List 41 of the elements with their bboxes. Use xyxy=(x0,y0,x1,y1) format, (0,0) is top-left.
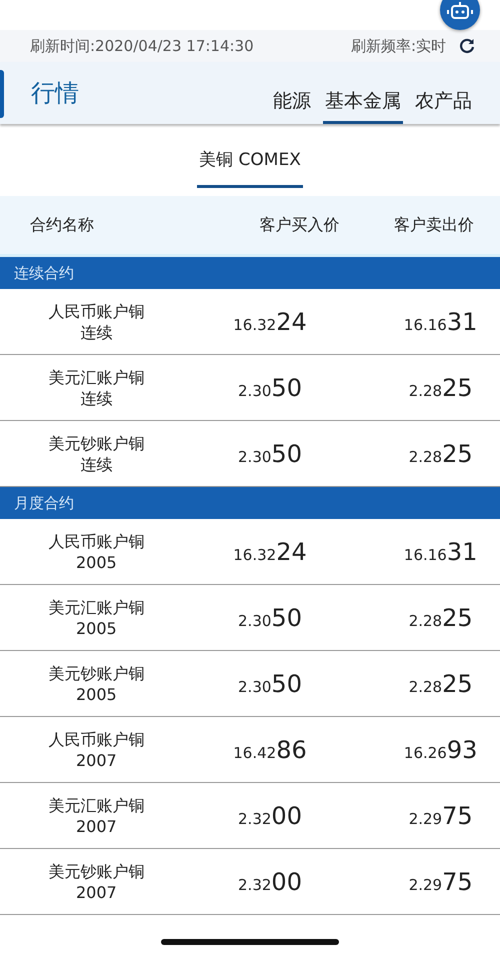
sell-price: 2.2825 xyxy=(408,440,473,468)
column-header: 客户买入价 xyxy=(259,214,340,236)
refresh-rate: 刷新频率:实时 xyxy=(350,36,446,56)
buy-price: 2.3200 xyxy=(238,802,302,830)
buy-price: 2.3050 xyxy=(238,374,302,402)
contract-name: 美元汇账户铜 2005 xyxy=(48,596,144,638)
buy-price: 16.3224 xyxy=(233,308,307,336)
contract-name: 美元钞账户铜 2005 xyxy=(48,662,144,704)
column-header: 客户卖出价 xyxy=(394,214,474,236)
contract-name: 人民币账户铜 连续 xyxy=(48,300,144,342)
sell-price: 2.2825 xyxy=(408,374,473,402)
sell-price: 2.2975 xyxy=(408,868,473,896)
contract-name: 美元钞账户铜 连续 xyxy=(48,432,144,474)
contract-name: 美元汇账户铜 连续 xyxy=(48,366,144,408)
refresh-icon[interactable] xyxy=(458,37,476,55)
contract-name: 人民币账户铜 2005 xyxy=(48,530,144,572)
buy-price: 2.3050 xyxy=(238,670,302,698)
product-tab[interactable]: 美铜 COMEX xyxy=(197,128,303,188)
page-title: 行情 xyxy=(31,78,80,109)
sell-price: 16.1631 xyxy=(404,308,478,336)
buy-price: 2.3050 xyxy=(238,604,302,632)
contract-name: 美元汇账户铜 2007 xyxy=(48,794,144,836)
robot-button[interactable] xyxy=(440,0,480,30)
sell-price: 16.1631 xyxy=(404,538,478,566)
sell-price: 2.2975 xyxy=(408,802,473,830)
sell-price: 2.2825 xyxy=(408,670,473,698)
buy-price: 16.3224 xyxy=(233,538,307,566)
category-tab[interactable]: 基本金属 xyxy=(323,62,403,124)
contract-name: 人民币账户铜 2007 xyxy=(48,728,144,770)
column-header: 合约名称 xyxy=(30,214,94,236)
refresh-time: 刷新时间:2020/04/23 17:14:30 xyxy=(30,36,255,56)
sell-price: 2.2825 xyxy=(408,604,473,632)
sell-price: 16.2693 xyxy=(404,736,478,764)
section-header: 连续合约 xyxy=(0,257,500,289)
category-tab[interactable]: 能源 xyxy=(271,62,313,124)
category-tab[interactable]: 农产品 xyxy=(413,62,474,124)
buy-price: 16.4286 xyxy=(233,736,307,764)
section-header: 月度合约 xyxy=(0,487,500,519)
contract-name: 美元钞账户铜 2007 xyxy=(48,860,144,902)
buy-price: 2.3200 xyxy=(238,868,302,896)
buy-price: 2.3050 xyxy=(238,440,302,468)
